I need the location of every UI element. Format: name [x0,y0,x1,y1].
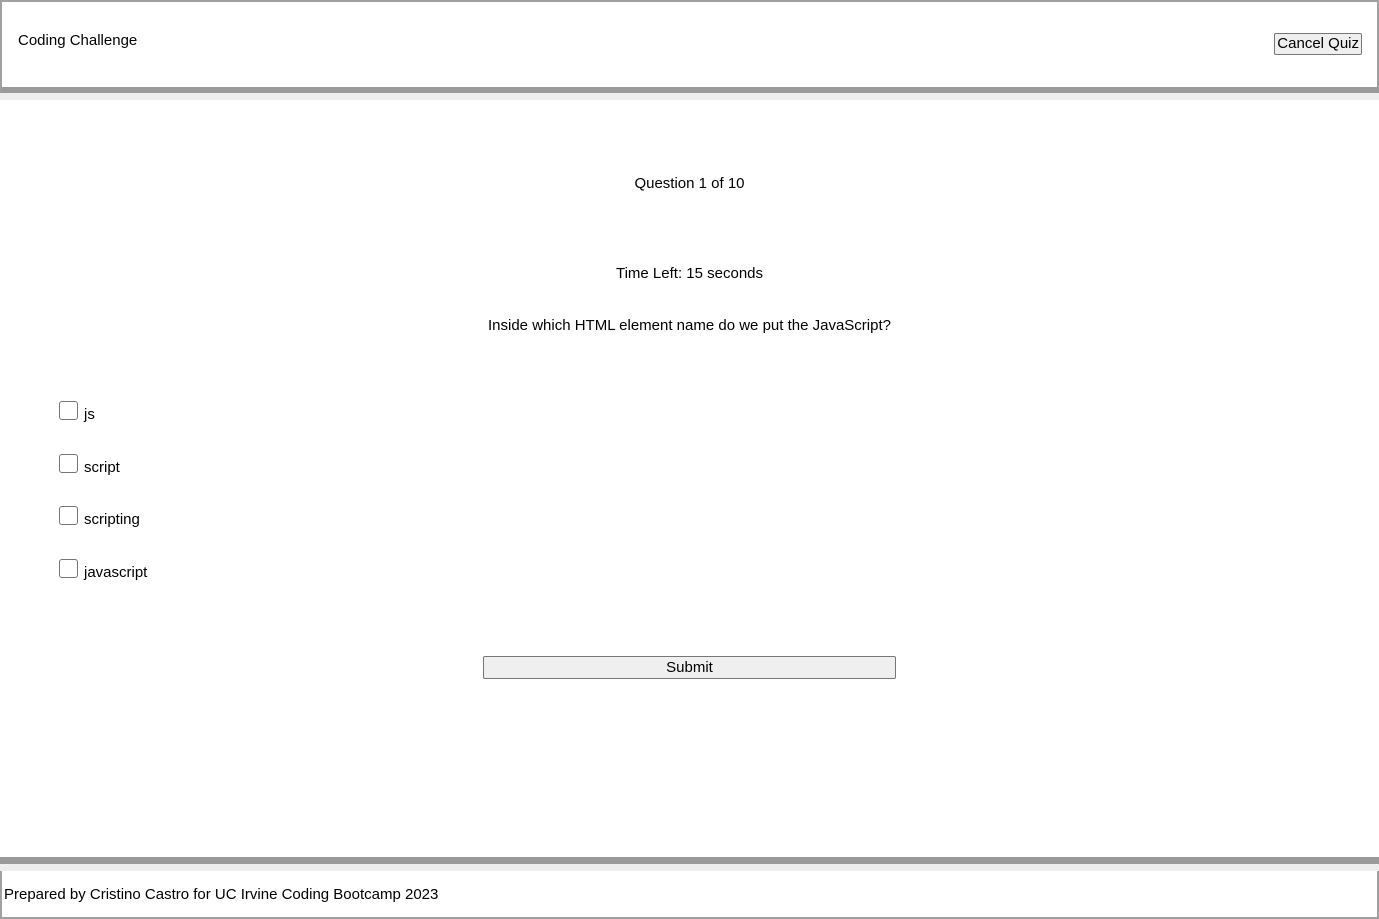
timer-text: Time Left: 15 seconds [615,265,764,282]
footer-divider-shadow [0,864,1379,871]
question-text: Inside which HTML element name do we put… [488,317,891,334]
answer-label: js [84,406,95,423]
answer-label: scripting [84,511,140,528]
submit-button[interactable]: Submit [483,656,896,679]
header: Coding Challenge Cancel Quiz [0,0,1379,93]
question-counter: Question 1 of 10 [634,175,745,192]
answer-label: script [84,459,120,476]
footer-credit: Prepared by Cristino Castro for UC Irvin… [4,886,439,903]
answer-checkbox[interactable] [59,401,78,420]
answer-checkbox[interactable] [59,454,78,473]
cancel-quiz-button[interactable]: Cancel Quiz [1274,33,1362,55]
app-title: Coding Challenge [18,32,138,49]
footer: Prepared by Cristino Castro for UC Irvin… [0,871,1379,919]
footer-divider [0,857,1379,864]
answer-checkbox[interactable] [59,559,78,578]
answer-checkbox[interactable] [59,506,78,525]
header-divider [0,93,1379,100]
answer-label: javascript [84,564,148,581]
